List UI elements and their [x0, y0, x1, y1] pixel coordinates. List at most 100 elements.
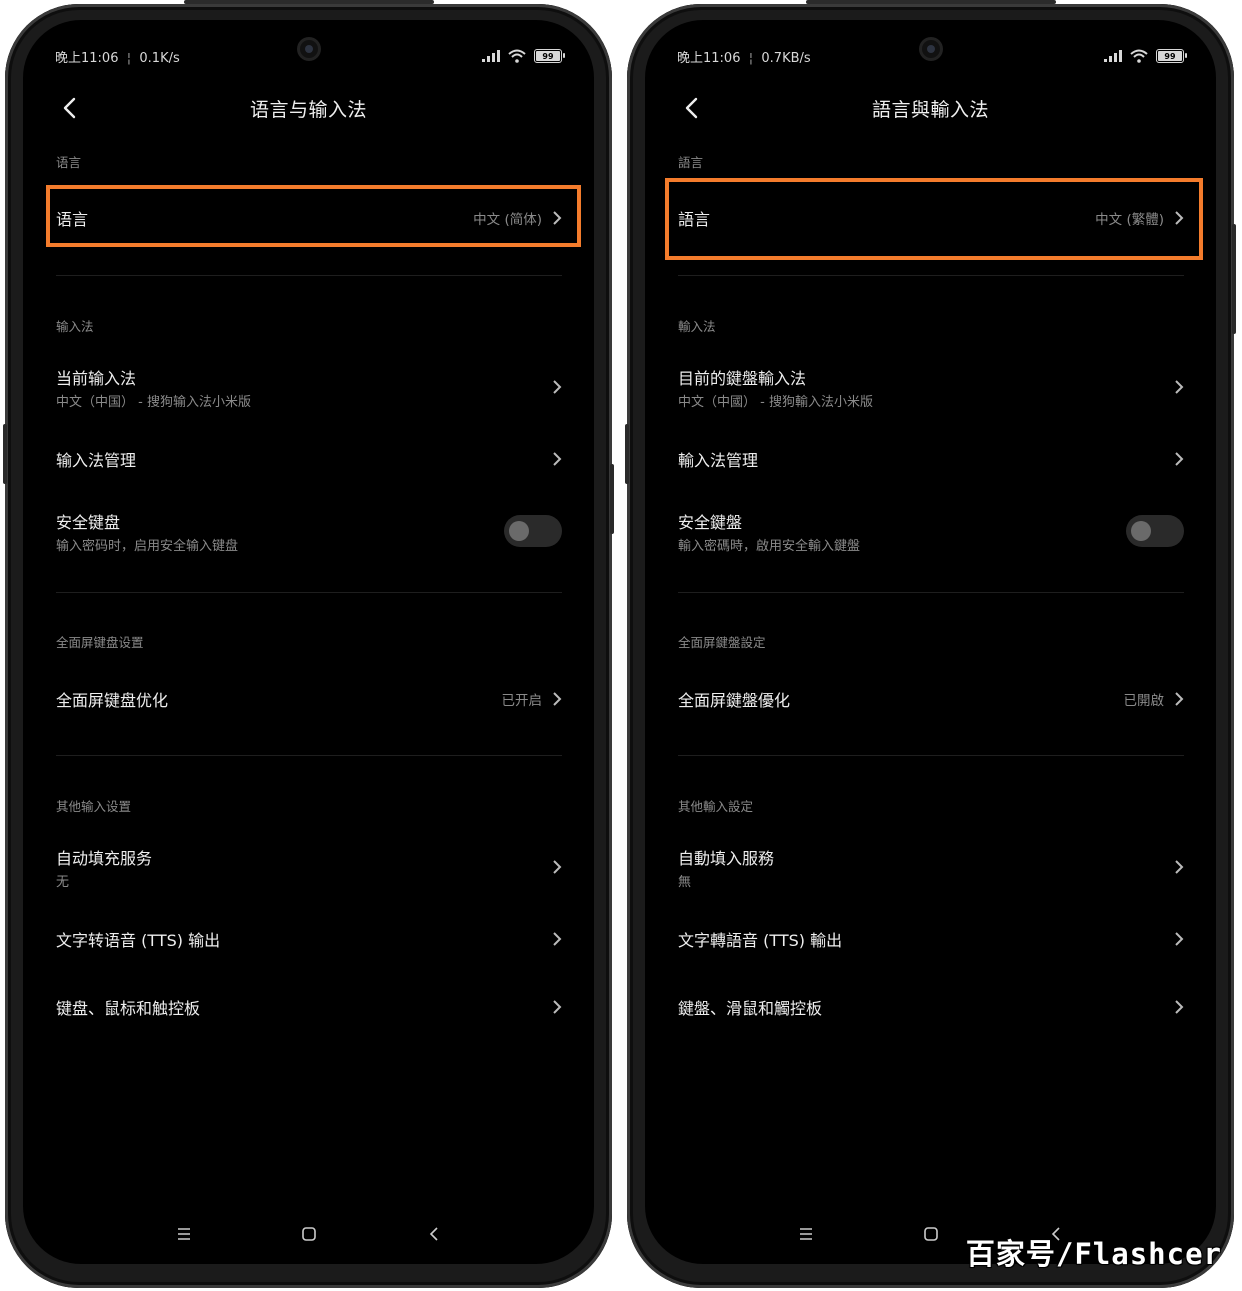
chevron-right-icon: [553, 860, 562, 874]
tts-item[interactable]: 文字轉語音 (TTS) 輸出: [678, 920, 1184, 958]
fullscreen-opt-value: 已開啟: [1123, 693, 1165, 709]
fullscreen-opt-value: 已开启: [501, 693, 543, 709]
kb-mouse-label: 鍵盤、滑鼠和觸控板: [678, 999, 823, 1018]
signal-icon: [482, 50, 500, 62]
secure-keyboard-item[interactable]: 安全键盘 输入密码时，启用安全输入键盘: [56, 506, 562, 556]
back-arrow-icon[interactable]: [681, 96, 703, 120]
current-ime-label: 当前输入法: [56, 368, 137, 388]
phone-traditional: 晚上11:06 ¦ 0.7KB/s 99 語言與輸入法 語言 語言 中文 (繁體…: [625, 0, 1236, 1288]
chevron-right-icon: [1175, 452, 1184, 466]
secure-keyboard-toggle[interactable]: [504, 515, 562, 547]
home-icon: [301, 1227, 316, 1241]
fullscreen-opt-item[interactable]: 全面屏鍵盤優化 已開啟: [678, 680, 1184, 718]
autofill-item[interactable]: 自动填充服务 无: [56, 842, 562, 892]
signal-icon: [1104, 50, 1122, 62]
volume-button: [3, 424, 7, 484]
kb-mouse-item[interactable]: 鍵盤、滑鼠和觸控板: [678, 988, 1184, 1026]
menu-icon: [177, 1228, 190, 1240]
fullscreen-opt-item[interactable]: 全面屏键盘优化 已开启: [56, 680, 562, 718]
title-bar: 語言與輸入法: [645, 88, 1216, 128]
current-ime-item[interactable]: 目前的鍵盤輸入法 中文（中國） - 搜狗輸入法小米版: [678, 362, 1184, 412]
secure-keyboard-toggle[interactable]: [1126, 515, 1184, 547]
menu-button[interactable]: [791, 1219, 821, 1249]
secure-keyboard-label: 安全鍵盤: [678, 512, 743, 532]
autofill-sub: 無: [678, 874, 692, 890]
divider: [56, 592, 562, 593]
status-time: 晚上11:06: [677, 50, 741, 66]
status-sep: ¦: [744, 50, 758, 66]
wifi-icon: [1130, 49, 1148, 63]
battery-level: 99: [1164, 51, 1176, 61]
divider: [678, 275, 1184, 276]
battery-level: 99: [542, 51, 554, 61]
status-bar: 晚上11:06 ¦ 0.7KB/s 99: [677, 44, 1187, 68]
screen: 晚上11:06 ¦ 0.7KB/s 99 語言與輸入法 語言 語言 中文 (繁體…: [645, 20, 1216, 1264]
tts-label: 文字转语音 (TTS) 输出: [56, 931, 221, 950]
divider: [678, 755, 1184, 756]
autofill-label: 自动填充服务: [56, 848, 153, 868]
battery-icon: 99: [1156, 49, 1187, 63]
tts-label: 文字轉語音 (TTS) 輸出: [678, 931, 843, 950]
status-time: 晚上11:06: [55, 50, 119, 66]
divider: [678, 592, 1184, 593]
current-ime-item[interactable]: 当前输入法 中文（中国） - 搜狗输入法小米版: [56, 362, 562, 412]
fullscreen-opt-label: 全面屏鍵盤優化: [678, 691, 791, 710]
title-bar: 语言与输入法: [23, 88, 594, 128]
status-speed: 0.7KB/s: [761, 50, 811, 66]
tts-item[interactable]: 文字转语音 (TTS) 输出: [56, 920, 562, 958]
phone-simplified: 晚上11:06 ¦ 0.1K/s 99 语言与输入法 语言 语言 中文 (简体): [3, 0, 614, 1288]
secure-keyboard-label: 安全键盘: [56, 512, 121, 532]
back-nav-button[interactable]: [419, 1219, 449, 1249]
status-left: 晚上11:06 ¦ 0.7KB/s: [677, 47, 811, 66]
home-button[interactable]: [294, 1219, 324, 1249]
section-fullscreen: 全面屏键盘设置: [56, 635, 144, 650]
wifi-icon: [508, 49, 526, 63]
menu-button[interactable]: [169, 1219, 199, 1249]
volume-button: [625, 424, 629, 484]
ime-manage-label: 输入法管理: [56, 451, 137, 470]
watermark: 百家号/Flashcer: [965, 1237, 1222, 1271]
home-icon: [923, 1227, 938, 1241]
chevron-right-icon: [1175, 1000, 1184, 1014]
kb-mouse-item[interactable]: 键盘、鼠标和触控板: [56, 988, 562, 1026]
chevron-right-icon: [553, 1000, 562, 1014]
current-ime-sub: 中文（中國） - 搜狗輸入法小米版: [678, 394, 873, 410]
current-ime-sub: 中文（中国） - 搜狗输入法小米版: [56, 394, 251, 410]
ime-manage-item[interactable]: 輸入法管理: [678, 440, 1184, 478]
fullscreen-opt-label: 全面屏键盘优化: [56, 691, 169, 710]
status-speed: 0.1K/s: [139, 50, 180, 66]
back-nav-icon: [429, 1227, 438, 1241]
section-input: 輸入法: [678, 319, 716, 334]
autofill-sub: 无: [56, 874, 70, 890]
page-title: 語言與輸入法: [871, 98, 989, 121]
battery-icon: 99: [534, 49, 565, 63]
speaker-slot: [805, 0, 1056, 4]
autofill-item[interactable]: 自動填入服務 無: [678, 842, 1184, 892]
status-icons: 99: [482, 49, 565, 63]
chevron-right-icon: [553, 380, 562, 394]
chevron-right-icon: [553, 452, 562, 466]
divider: [56, 275, 562, 276]
navigation-bar: [23, 1214, 594, 1254]
chevron-right-icon: [1175, 860, 1184, 874]
screen: 晚上11:06 ¦ 0.1K/s 99 语言与输入法 语言 语言 中文 (简体): [23, 20, 594, 1264]
status-sep: ¦: [122, 50, 136, 66]
home-button[interactable]: [916, 1219, 946, 1249]
speaker-slot: [183, 0, 434, 4]
secure-keyboard-item[interactable]: 安全鍵盤 輸入密碼時，啟用安全輸入鍵盤: [678, 506, 1184, 556]
ime-manage-item[interactable]: 输入法管理: [56, 440, 562, 478]
back-arrow-icon[interactable]: [59, 96, 81, 120]
section-language: 語言: [678, 155, 704, 170]
section-fullscreen: 全面屏鍵盤設定: [678, 635, 766, 650]
ime-manage-label: 輸入法管理: [678, 451, 759, 470]
highlight-box: [46, 185, 581, 247]
menu-icon: [799, 1228, 812, 1240]
current-ime-label: 目前的鍵盤輸入法: [678, 368, 807, 388]
secure-keyboard-sub: 输入密码时，启用安全输入键盘: [56, 538, 239, 554]
section-language: 语言: [56, 155, 82, 170]
power-button: [1232, 224, 1236, 334]
section-input: 输入法: [56, 319, 94, 334]
kb-mouse-label: 键盘、鼠标和触控板: [56, 999, 201, 1018]
section-other: 其他输入设置: [56, 799, 132, 814]
power-button: [610, 464, 614, 534]
